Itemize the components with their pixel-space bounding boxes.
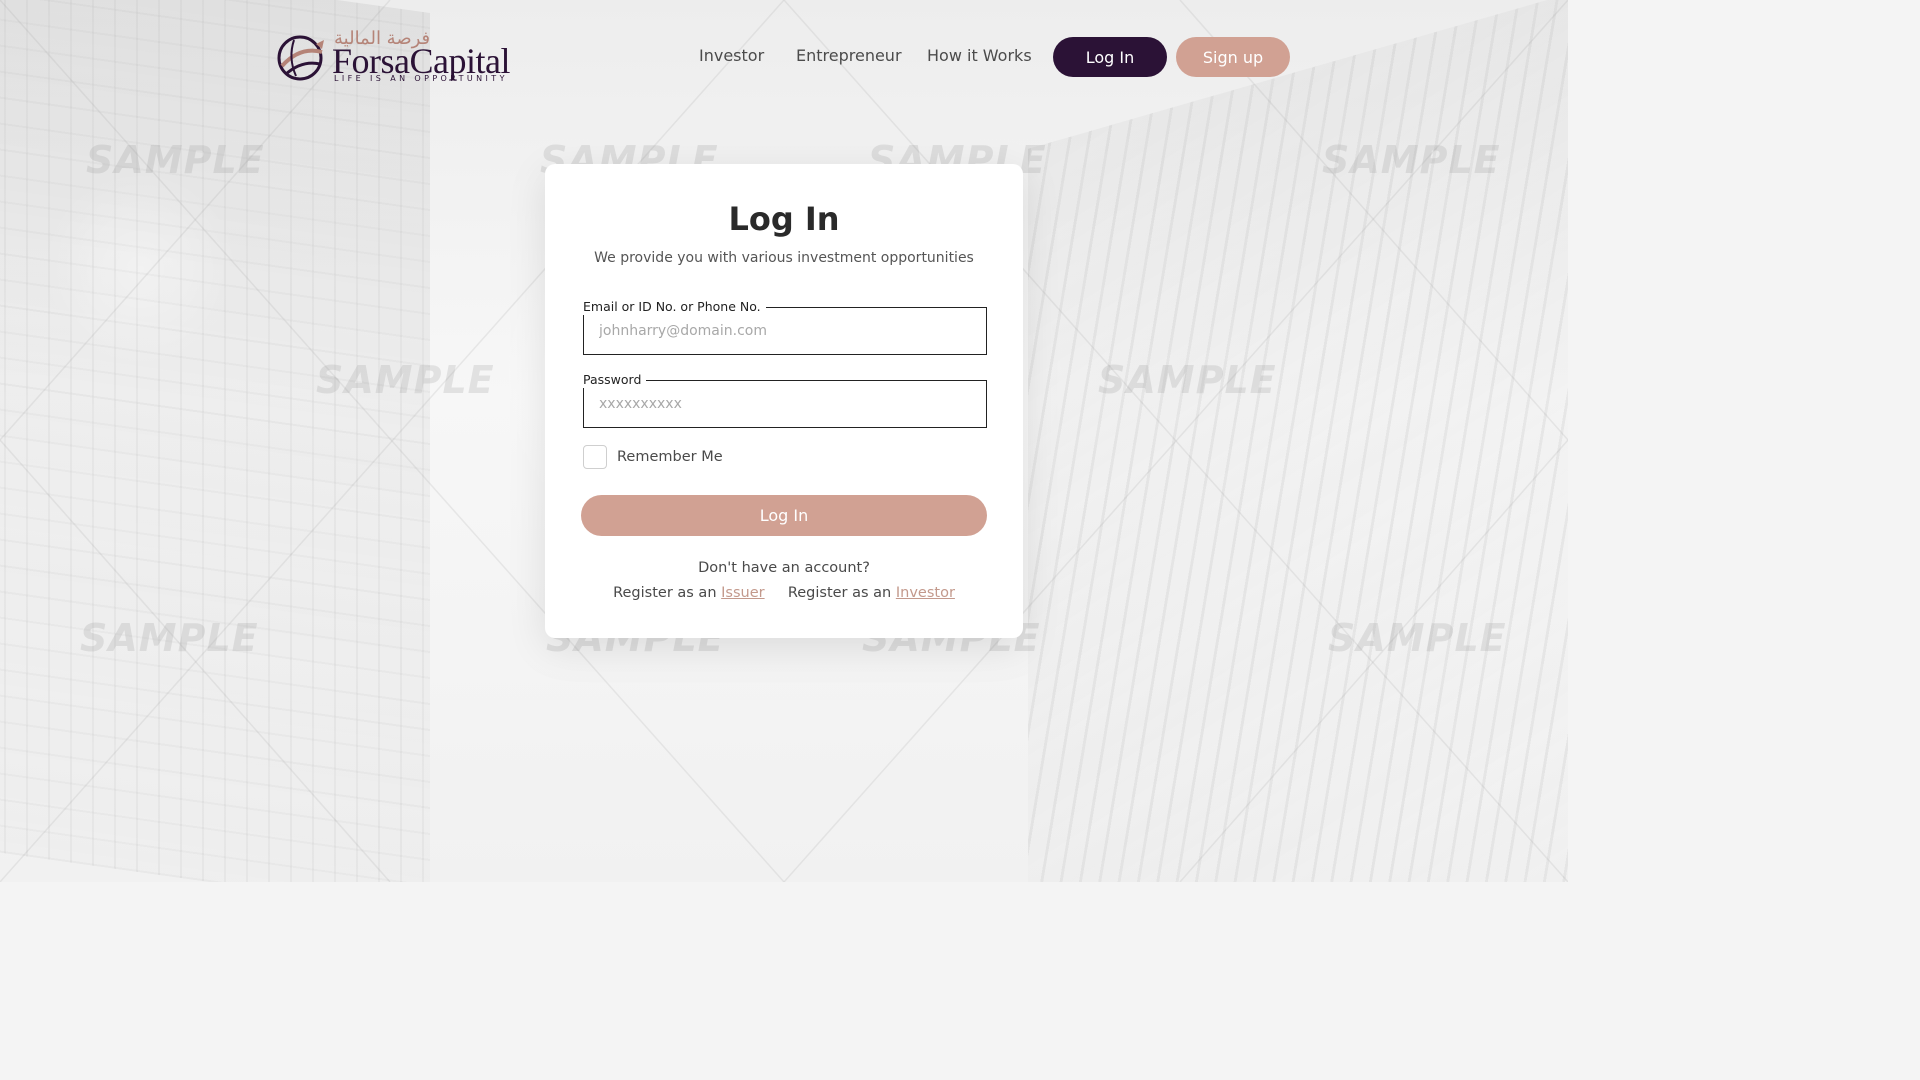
email-field: Email or ID No. or Phone No. <box>583 299 987 355</box>
login-subtitle: We provide you with various investment o… <box>594 250 974 266</box>
header-signup-button[interactable]: Sign up <box>1176 37 1290 77</box>
watermark-text: SAMPLE <box>1328 616 1507 660</box>
watermark-text: SAMPLE <box>86 138 265 182</box>
watermark-text: SAMPLE <box>80 616 259 660</box>
password-input[interactable] <box>584 381 986 427</box>
watermark-text: SAMPLE <box>1098 358 1277 402</box>
remember-me-checkbox[interactable] <box>583 445 607 469</box>
login-card: Log In We provide you with various inves… <box>545 164 1023 638</box>
login-submit-button[interactable]: Log In <box>581 495 987 536</box>
register-links: Register as an Issuer Register as an Inv… <box>545 585 1023 601</box>
register-prefix-issuer: Register as an <box>613 585 717 601</box>
nav-entrepreneur[interactable]: Entrepreneur <box>796 46 902 65</box>
register-investor-link[interactable]: Investor <box>896 585 955 601</box>
email-input[interactable] <box>584 308 986 354</box>
register-prefix-investor: Register as an <box>787 585 892 601</box>
watermark-text: SAMPLE <box>316 358 495 402</box>
brand-tagline: LIFE IS AN OPPORTUNITY <box>334 74 508 83</box>
login-title: Log In <box>728 200 840 238</box>
brand-logo[interactable]: فرصة المالية ForsaCapital LIFE IS AN OPP… <box>276 28 510 86</box>
no-account-text: Don't have an account? <box>698 560 870 576</box>
header-login-button[interactable]: Log In <box>1053 37 1167 77</box>
globe-logo-icon <box>277 35 324 81</box>
remember-me-label[interactable]: Remember Me <box>617 449 723 465</box>
nav-investor[interactable]: Investor <box>699 46 764 65</box>
register-issuer-link[interactable]: Issuer <box>721 585 764 601</box>
watermark-text: SAMPLE <box>1322 138 1501 182</box>
password-field: Password <box>583 372 987 428</box>
nav-how-it-works[interactable]: How it Works <box>927 46 1032 65</box>
